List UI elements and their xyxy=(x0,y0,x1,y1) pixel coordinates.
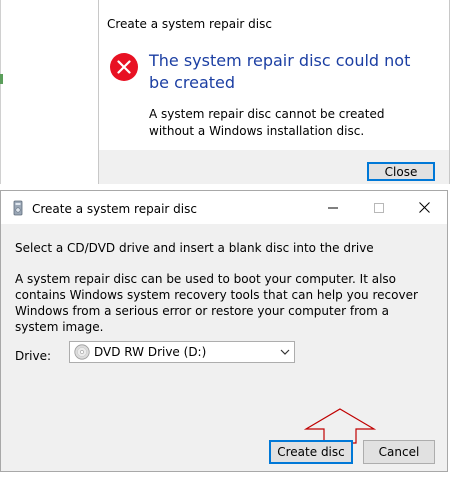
repair-disc-app-icon xyxy=(13,200,23,216)
close-button[interactable]: Close xyxy=(367,162,435,181)
error-icon xyxy=(110,53,138,81)
create-disc-button[interactable]: Create disc xyxy=(269,440,353,464)
drive-dropdown[interactable]: DVD RW Drive (D:) xyxy=(69,341,295,363)
error-message: A system repair disc cannot be created w… xyxy=(149,107,385,138)
instruction-text: Select a CD/DVD drive and insert a blank… xyxy=(15,241,374,255)
description-text: A system repair disc can be used to boot… xyxy=(15,272,418,334)
title-bar[interactable]: Create a system repair disc xyxy=(1,191,447,224)
window-title: Create a system repair disc xyxy=(32,202,197,216)
maximize-button[interactable] xyxy=(356,191,402,224)
minimize-button[interactable] xyxy=(310,191,356,224)
dialog-body: Select a CD/DVD drive and insert a blank… xyxy=(1,224,447,471)
error-dialog-panel: Create a system repair disc The system r… xyxy=(98,0,450,184)
close-icon xyxy=(418,202,430,213)
window-close-button[interactable] xyxy=(401,191,447,224)
background-window-edge xyxy=(0,0,4,184)
repair-disc-window: Create a system repair disc Select a CD/… xyxy=(0,190,448,472)
drive-selected-value: DVD RW Drive (D:) xyxy=(94,345,207,359)
background-window-accent xyxy=(0,74,3,84)
maximize-icon xyxy=(374,202,384,213)
error-dialog-title: Create a system repair disc xyxy=(107,17,272,31)
error-dialog: Create a system repair disc The system r… xyxy=(0,0,450,184)
disc-icon xyxy=(74,344,90,360)
arrow-annotation xyxy=(304,408,376,444)
drive-label: Drive: xyxy=(15,349,52,363)
cancel-button[interactable]: Cancel xyxy=(363,440,435,464)
chevron-down-icon xyxy=(280,349,290,355)
minimize-icon xyxy=(328,207,338,208)
error-heading: The system repair disc could not be crea… xyxy=(149,51,411,92)
